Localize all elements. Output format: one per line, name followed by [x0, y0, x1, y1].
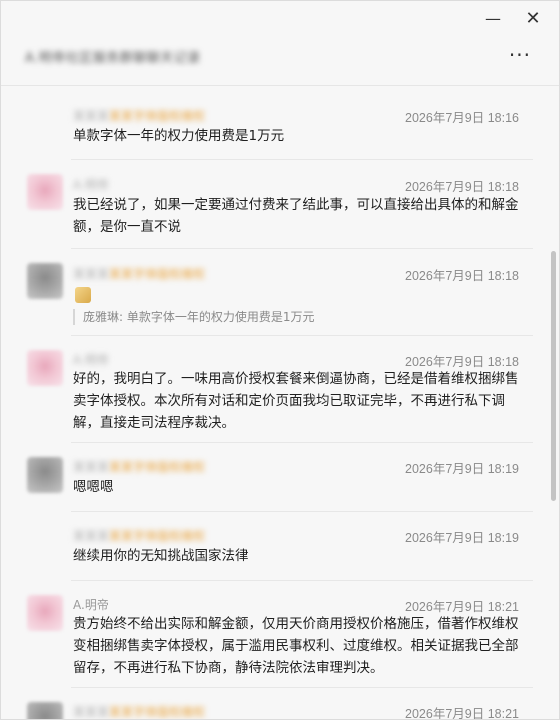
message-item: A.明帝 2026年7月9日 18:18 我已经说了，如果一定要通过付费来了结此…: [27, 160, 533, 249]
quoted-message[interactable]: 庞雅琳: 单款字体一年的权力使用费是1万元: [73, 309, 523, 325]
minimize-icon[interactable]: —: [479, 5, 507, 31]
message-text: 单款字体一年的权力使用费是1万元: [73, 128, 285, 144]
sender-name[interactable]: 某某某某某字体版权维权: [73, 458, 205, 475]
message-timestamp: 2026年7月9日 18:21: [405, 707, 519, 719]
message-item: A.明帝 2026年7月9日 18:21 贵方始终不给出实际和解金额，仅用天价商…: [27, 581, 533, 688]
chat-window: — ✕ A.明帝社区服务群聊聊天记录 ··· 某某某某某字体版权维权 2026年…: [0, 0, 560, 720]
message-timestamp: 2026年7月9日 18:18: [405, 180, 519, 194]
sender-name[interactable]: 某某某某某字体版权维权: [73, 703, 205, 719]
sender-name[interactable]: 某某某某某字体版权维权: [73, 107, 205, 124]
scrollbar-thumb[interactable]: [551, 251, 556, 501]
message-timestamp: 2026年7月9日 18:18: [405, 269, 519, 283]
sender-name[interactable]: A.明帝: [73, 351, 109, 368]
sender-name[interactable]: A.明帝: [73, 176, 109, 193]
message-text: 我已经说了，如果一定要通过付费来了结此事，可以直接给出具体的和解金额，是你一直不…: [73, 197, 519, 235]
message-item: 某某某某某字体版权维权 2026年7月9日 18:16 单款字体一年的权力使用费…: [71, 87, 533, 160]
message-text: 嗯嗯嗯: [73, 479, 114, 495]
message-item: 某某某某某字体版权维权 2026年7月9日 18:19 嗯嗯嗯: [27, 443, 533, 512]
message-timestamp: 2026年7月9日 18:19: [405, 531, 519, 545]
avatar[interactable]: [27, 595, 63, 631]
message-item: A.明帝 2026年7月9日 18:18 好的，我明白了。一味用高价授权套餐来倒…: [27, 336, 533, 443]
sender-name[interactable]: 某某某某某字体版权维权: [73, 265, 205, 282]
message-timestamp: 2026年7月9日 18:16: [405, 111, 519, 125]
avatar[interactable]: [27, 350, 63, 386]
message-text: 贵方始终不给出实际和解金额，仅用天价商用授权价格施压，借著作权维权变相捆绑售卖字…: [73, 616, 519, 676]
sender-name[interactable]: 某某某某某字体版权维权: [73, 527, 205, 544]
sticker-emoji-icon[interactable]: [75, 287, 91, 303]
sender-name[interactable]: A.明帝: [73, 596, 109, 613]
message-item: 某某某某某字体版权维权 2026年7月9日 18:21: [27, 688, 533, 719]
message-text: 继续用你的无知挑战国家法律: [73, 548, 249, 564]
title-bar: — ✕: [1, 1, 559, 35]
message-list[interactable]: 某某某某某字体版权维权 2026年7月9日 18:16 单款字体一年的权力使用费…: [1, 87, 547, 719]
message-item: 某某某某某字体版权维权 2026年7月9日 18:18 庞雅琳: 单款字体一年的…: [27, 249, 533, 336]
chat-title: A.明帝社区服务群聊聊天记录: [25, 51, 201, 66]
more-options-icon[interactable]: ···: [509, 43, 531, 67]
avatar[interactable]: [27, 263, 63, 299]
avatar[interactable]: [27, 702, 63, 719]
avatar[interactable]: [27, 174, 63, 210]
message-item: 某某某某某字体版权维权 2026年7月9日 18:19 继续用你的无知挑战国家法…: [71, 512, 533, 581]
chat-header: A.明帝社区服务群聊聊天记录 ···: [1, 35, 559, 86]
message-text: 好的，我明白了。一味用高价授权套餐来倒逼协商，已经是借着维权捆绑售卖字体授权。本…: [73, 371, 519, 431]
message-timestamp: 2026年7月9日 18:19: [405, 462, 519, 476]
close-icon[interactable]: ✕: [519, 5, 547, 31]
avatar[interactable]: [27, 457, 63, 493]
